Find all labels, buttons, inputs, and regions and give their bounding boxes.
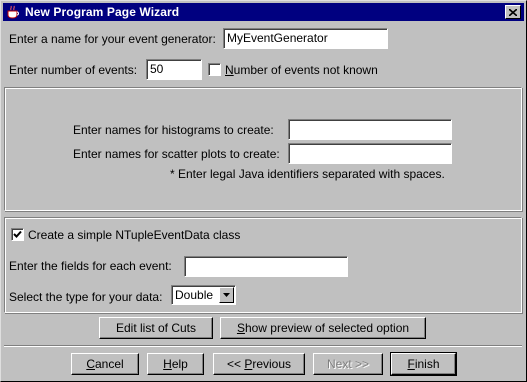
scatter-plots-label: Enter names for scatter plots to create: xyxy=(73,147,280,161)
identifiers-note: * Enter legal Java identifiers separated… xyxy=(170,167,445,181)
next-button[interactable]: Next >> xyxy=(313,353,383,375)
event-fields-label: Enter the fields for each event: xyxy=(9,259,172,273)
wizard-window: New Program Page Wizard Enter a name for… xyxy=(0,0,527,382)
events-unknown-label: Number of events not known xyxy=(225,63,378,77)
data-type-dropdown-button[interactable] xyxy=(219,287,234,303)
java-cup-icon xyxy=(5,4,21,20)
cancel-label: Cancel xyxy=(86,357,124,371)
help-button[interactable]: Help xyxy=(147,353,204,375)
previous-button[interactable]: << Previous xyxy=(213,353,305,375)
data-type-select[interactable]: Double xyxy=(171,285,236,305)
title-bar[interactable]: New Program Page Wizard xyxy=(3,3,524,21)
finish-label: Finish xyxy=(407,357,440,371)
checkmark-icon xyxy=(13,230,22,238)
edit-cuts-button[interactable]: Edit list of Cuts xyxy=(99,317,213,339)
close-button[interactable] xyxy=(505,5,521,19)
create-ntuple-label: Create a simple NTupleEventData class xyxy=(28,228,241,242)
show-preview-button[interactable]: Show preview of selected option xyxy=(220,317,426,339)
event-fields-input[interactable] xyxy=(184,256,348,277)
events-count-input[interactable]: 50 xyxy=(146,59,202,80)
cancel-button[interactable]: Cancel xyxy=(71,353,139,375)
scatter-plots-input[interactable] xyxy=(288,143,452,164)
previous-label: << Previous xyxy=(226,357,292,371)
footer-separator xyxy=(4,345,522,347)
finish-button[interactable]: Finish xyxy=(390,352,457,376)
close-icon xyxy=(509,8,517,16)
events-unknown-checkbox[interactable] xyxy=(208,63,221,76)
data-type-value: Double xyxy=(175,288,214,302)
edit-cuts-label: Edit list of Cuts xyxy=(115,321,197,335)
generator-name-label: Enter a name for your event generator: xyxy=(9,32,216,46)
data-type-label: Select the type for your data: xyxy=(9,290,163,304)
chevron-down-icon xyxy=(223,293,230,297)
histograms-input[interactable] xyxy=(288,119,452,140)
window-title: New Program Page Wizard xyxy=(25,5,180,19)
help-label: Help xyxy=(163,357,188,371)
next-label: Next >> xyxy=(326,357,370,371)
create-ntuple-checkbox[interactable] xyxy=(11,228,24,241)
histograms-label: Enter names for histograms to create: xyxy=(73,123,274,137)
events-count-label: Enter number of events: xyxy=(9,63,138,77)
generator-name-input[interactable]: MyEventGenerator xyxy=(223,28,388,49)
show-preview-label: Show preview of selected option xyxy=(236,321,410,335)
